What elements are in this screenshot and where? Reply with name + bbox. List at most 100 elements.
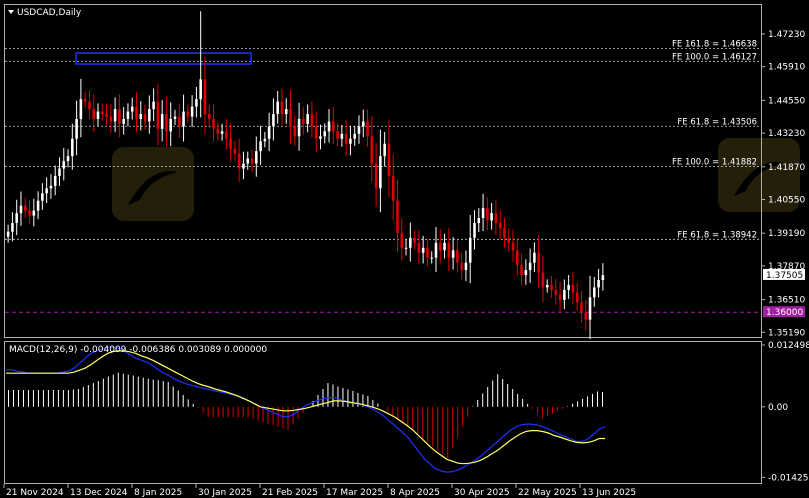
fib-level-label: FE 100.0 = 1.46127: [672, 52, 757, 62]
candle: [537, 235, 540, 289]
candle: [541, 255, 545, 303]
candle: [507, 227, 511, 252]
candle: [417, 230, 421, 264]
candle: [400, 219, 404, 261]
candle: [481, 193, 485, 232]
candle: [503, 217, 506, 248]
candle: [571, 271, 575, 305]
candle: [195, 87, 198, 118]
candle: [464, 250, 468, 282]
candle: [353, 125, 356, 146]
candle: [528, 248, 532, 283]
candle: [361, 109, 365, 138]
candle: [490, 202, 493, 230]
candle: [494, 199, 498, 236]
date-tick-label: 13 Jun 2025: [582, 488, 636, 498]
candle: [113, 97, 117, 132]
broker-logo-watermark: [112, 138, 800, 221]
macd-label: MACD(12,26,9) -0.004009 -0.006386 0.0030…: [9, 345, 267, 355]
candle: [524, 259, 528, 285]
candle: [23, 197, 27, 218]
candle: [387, 120, 391, 198]
price-tick-label: 1.36510: [768, 296, 805, 306]
chevron-down-icon[interactable]: [8, 10, 14, 14]
candle: [430, 251, 434, 264]
signal-line: [6, 350, 605, 465]
candle: [79, 78, 83, 138]
fib-level-label: FE 161.8 = 1.46638: [672, 40, 757, 50]
candle: [280, 88, 284, 126]
candle: [229, 123, 232, 163]
candle: [11, 212, 14, 242]
marked-level: 1.36000: [5, 306, 805, 318]
candle: [289, 89, 292, 144]
candle: [32, 198, 36, 227]
candle: [404, 239, 408, 256]
candle: [58, 157, 61, 186]
marked-level-value: 1.36000: [766, 308, 803, 318]
candle: [434, 226, 438, 272]
candle: [438, 228, 442, 263]
candle: [148, 95, 151, 134]
candle: [575, 282, 579, 311]
candle: [66, 149, 70, 168]
macd-tick-label: -0.014259: [768, 473, 809, 483]
candle: [473, 210, 476, 250]
candle: [165, 96, 168, 147]
candle: [554, 279, 558, 305]
macd-panel-frame: [4, 341, 762, 484]
date-tick-label: 8 Apr 2025: [390, 488, 440, 498]
candle: [263, 132, 267, 148]
candle: [169, 102, 173, 147]
candle: [486, 197, 489, 231]
candle: [49, 174, 53, 199]
candle: [100, 103, 104, 121]
macd-panel: [6, 346, 606, 473]
candle: [83, 92, 87, 108]
candle: [297, 102, 301, 151]
candle: [15, 199, 18, 236]
candle: [71, 123, 74, 170]
price-tick-label: 1.44550: [768, 96, 805, 106]
candle: [396, 180, 399, 252]
current-price-value: 1.37505: [766, 271, 803, 281]
candle: [203, 56, 207, 135]
candle: [41, 183, 44, 210]
price-tick-label: 1.39190: [768, 229, 805, 239]
candle: [357, 115, 361, 144]
candle: [152, 88, 155, 121]
candle: [53, 165, 57, 196]
candle: [233, 140, 237, 161]
candle: [511, 229, 515, 263]
candle: [118, 94, 121, 138]
macd-tick-label: 0.00: [768, 403, 788, 413]
date-tick-label: 21 Feb 2025: [262, 488, 318, 498]
candle: [588, 275, 592, 340]
candle: [6, 224, 10, 243]
candle: [177, 104, 181, 138]
candle: [122, 107, 125, 135]
candle: [409, 222, 412, 262]
highlight-box[interactable]: [75, 52, 252, 65]
date-tick-label: 17 Mar 2025: [326, 488, 383, 498]
candle: [182, 94, 185, 142]
candle: [319, 124, 322, 150]
chart-title[interactable]: USDCAD,Daily: [8, 8, 82, 18]
candle: [516, 238, 519, 276]
date-axis: 21 Nov 2024 13 Dec 2024 8 Jan 2025 30 Jan 2…: [3, 484, 636, 498]
candle: [19, 191, 23, 226]
candle: [451, 237, 455, 270]
candle: [332, 107, 335, 145]
candle: [340, 124, 344, 147]
candle: [190, 95, 194, 127]
date-tick-label: 21 Nov 2024: [6, 488, 64, 498]
candle: [276, 90, 279, 124]
candle: [379, 129, 382, 213]
candle: [314, 111, 318, 152]
candle: [156, 83, 160, 146]
candle: [545, 279, 549, 293]
candle: [426, 238, 429, 267]
candle: [421, 235, 425, 264]
candle: [306, 104, 309, 133]
candle: [242, 151, 245, 180]
